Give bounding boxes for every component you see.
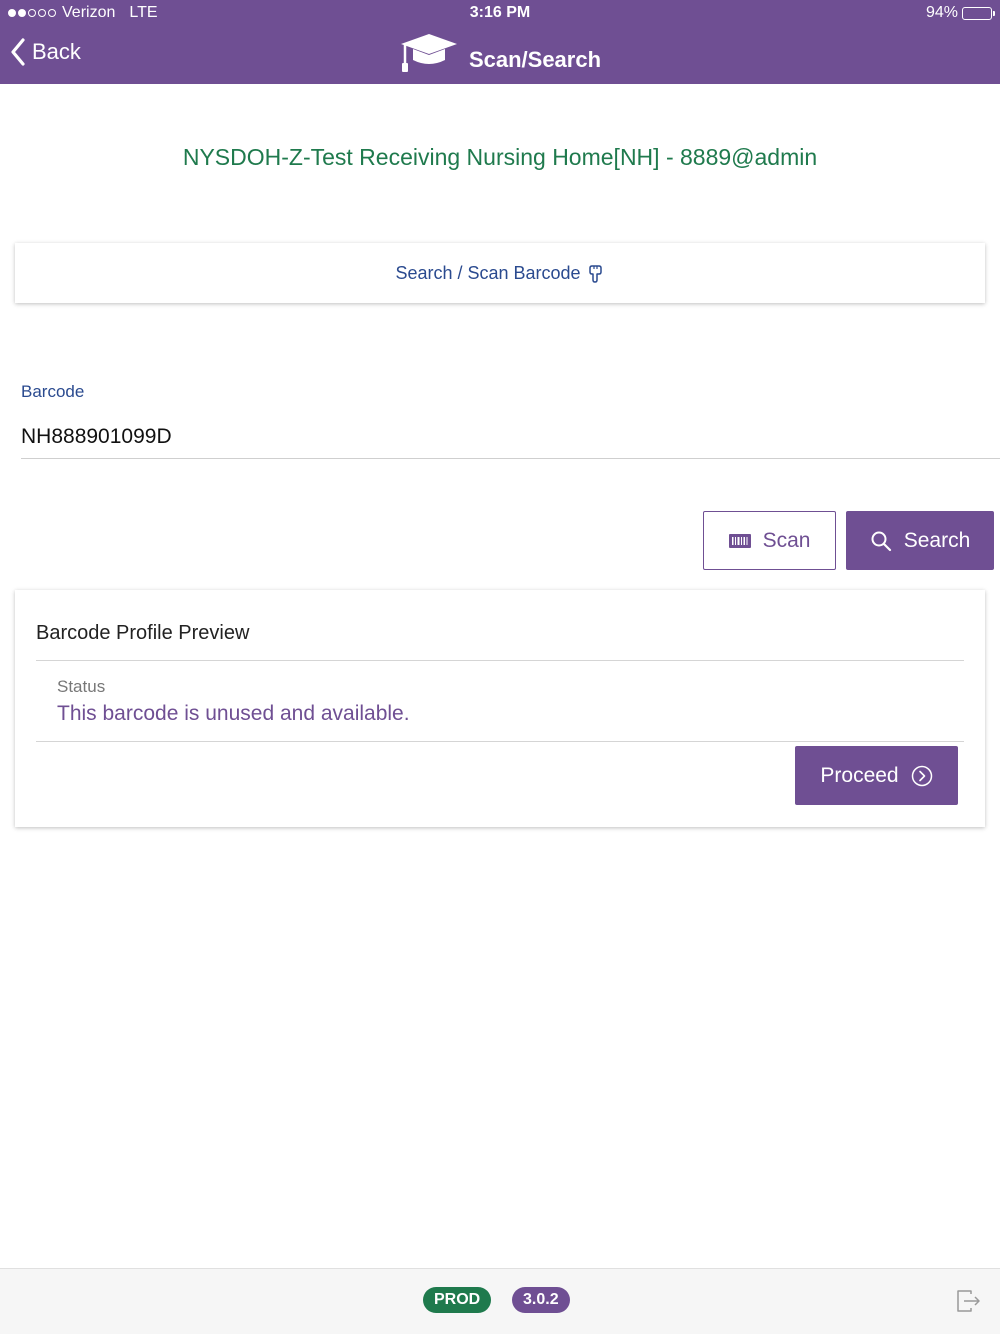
top-bar: Verizon LTE 3:16 PM 94% Back Scan/Search <box>0 0 1000 84</box>
search-label: Search <box>903 528 971 552</box>
barcode-icon <box>728 533 751 548</box>
status-text: This barcode is unused and available. <box>57 702 410 725</box>
search-button[interactable]: Search <box>846 511 994 570</box>
footer: PROD 3.0.2 <box>0 1268 1000 1334</box>
scan-label: Scan <box>762 528 811 552</box>
search-icon <box>871 531 891 551</box>
status-time: 3:16 PM <box>469 4 531 21</box>
preview-title: Barcode Profile Preview <box>36 622 250 644</box>
search-scan-toggle[interactable]: Search / Scan Barcode <box>15 243 985 303</box>
version-badge: 3.0.2 <box>512 1287 570 1313</box>
divider <box>36 660 964 661</box>
divider <box>36 741 964 742</box>
barcode-input[interactable] <box>21 416 1000 459</box>
logout-icon[interactable] <box>956 1289 982 1313</box>
battery-percent: 94% <box>925 4 958 21</box>
env-badge: PROD <box>423 1287 492 1313</box>
graduation-cap-icon <box>400 34 457 72</box>
chevron-circle-right-icon <box>911 765 932 786</box>
proceed-button[interactable]: Proceed <box>795 746 958 805</box>
scan-button[interactable]: Scan <box>703 511 836 570</box>
barcode-label: Barcode <box>21 382 85 401</box>
status-label: Status <box>57 677 106 696</box>
status-bar: Verizon LTE 3:16 PM 94% <box>0 0 1000 28</box>
battery-icon <box>962 6 995 20</box>
facility-name: NYSDOH-Z-Test Receiving Nursing Home[NH]… <box>182 144 818 170</box>
hand-pointer-icon <box>588 265 602 283</box>
status-right: 94% <box>925 4 995 22</box>
page-title: Scan/Search <box>468 47 602 72</box>
proceed-label: Proceed <box>820 763 899 787</box>
barcode-profile-preview: Barcode Profile Preview Status This barc… <box>15 590 985 827</box>
nav-title: Scan/Search <box>0 32 1000 74</box>
search-scan-label: Search / Scan Barcode <box>395 262 581 283</box>
